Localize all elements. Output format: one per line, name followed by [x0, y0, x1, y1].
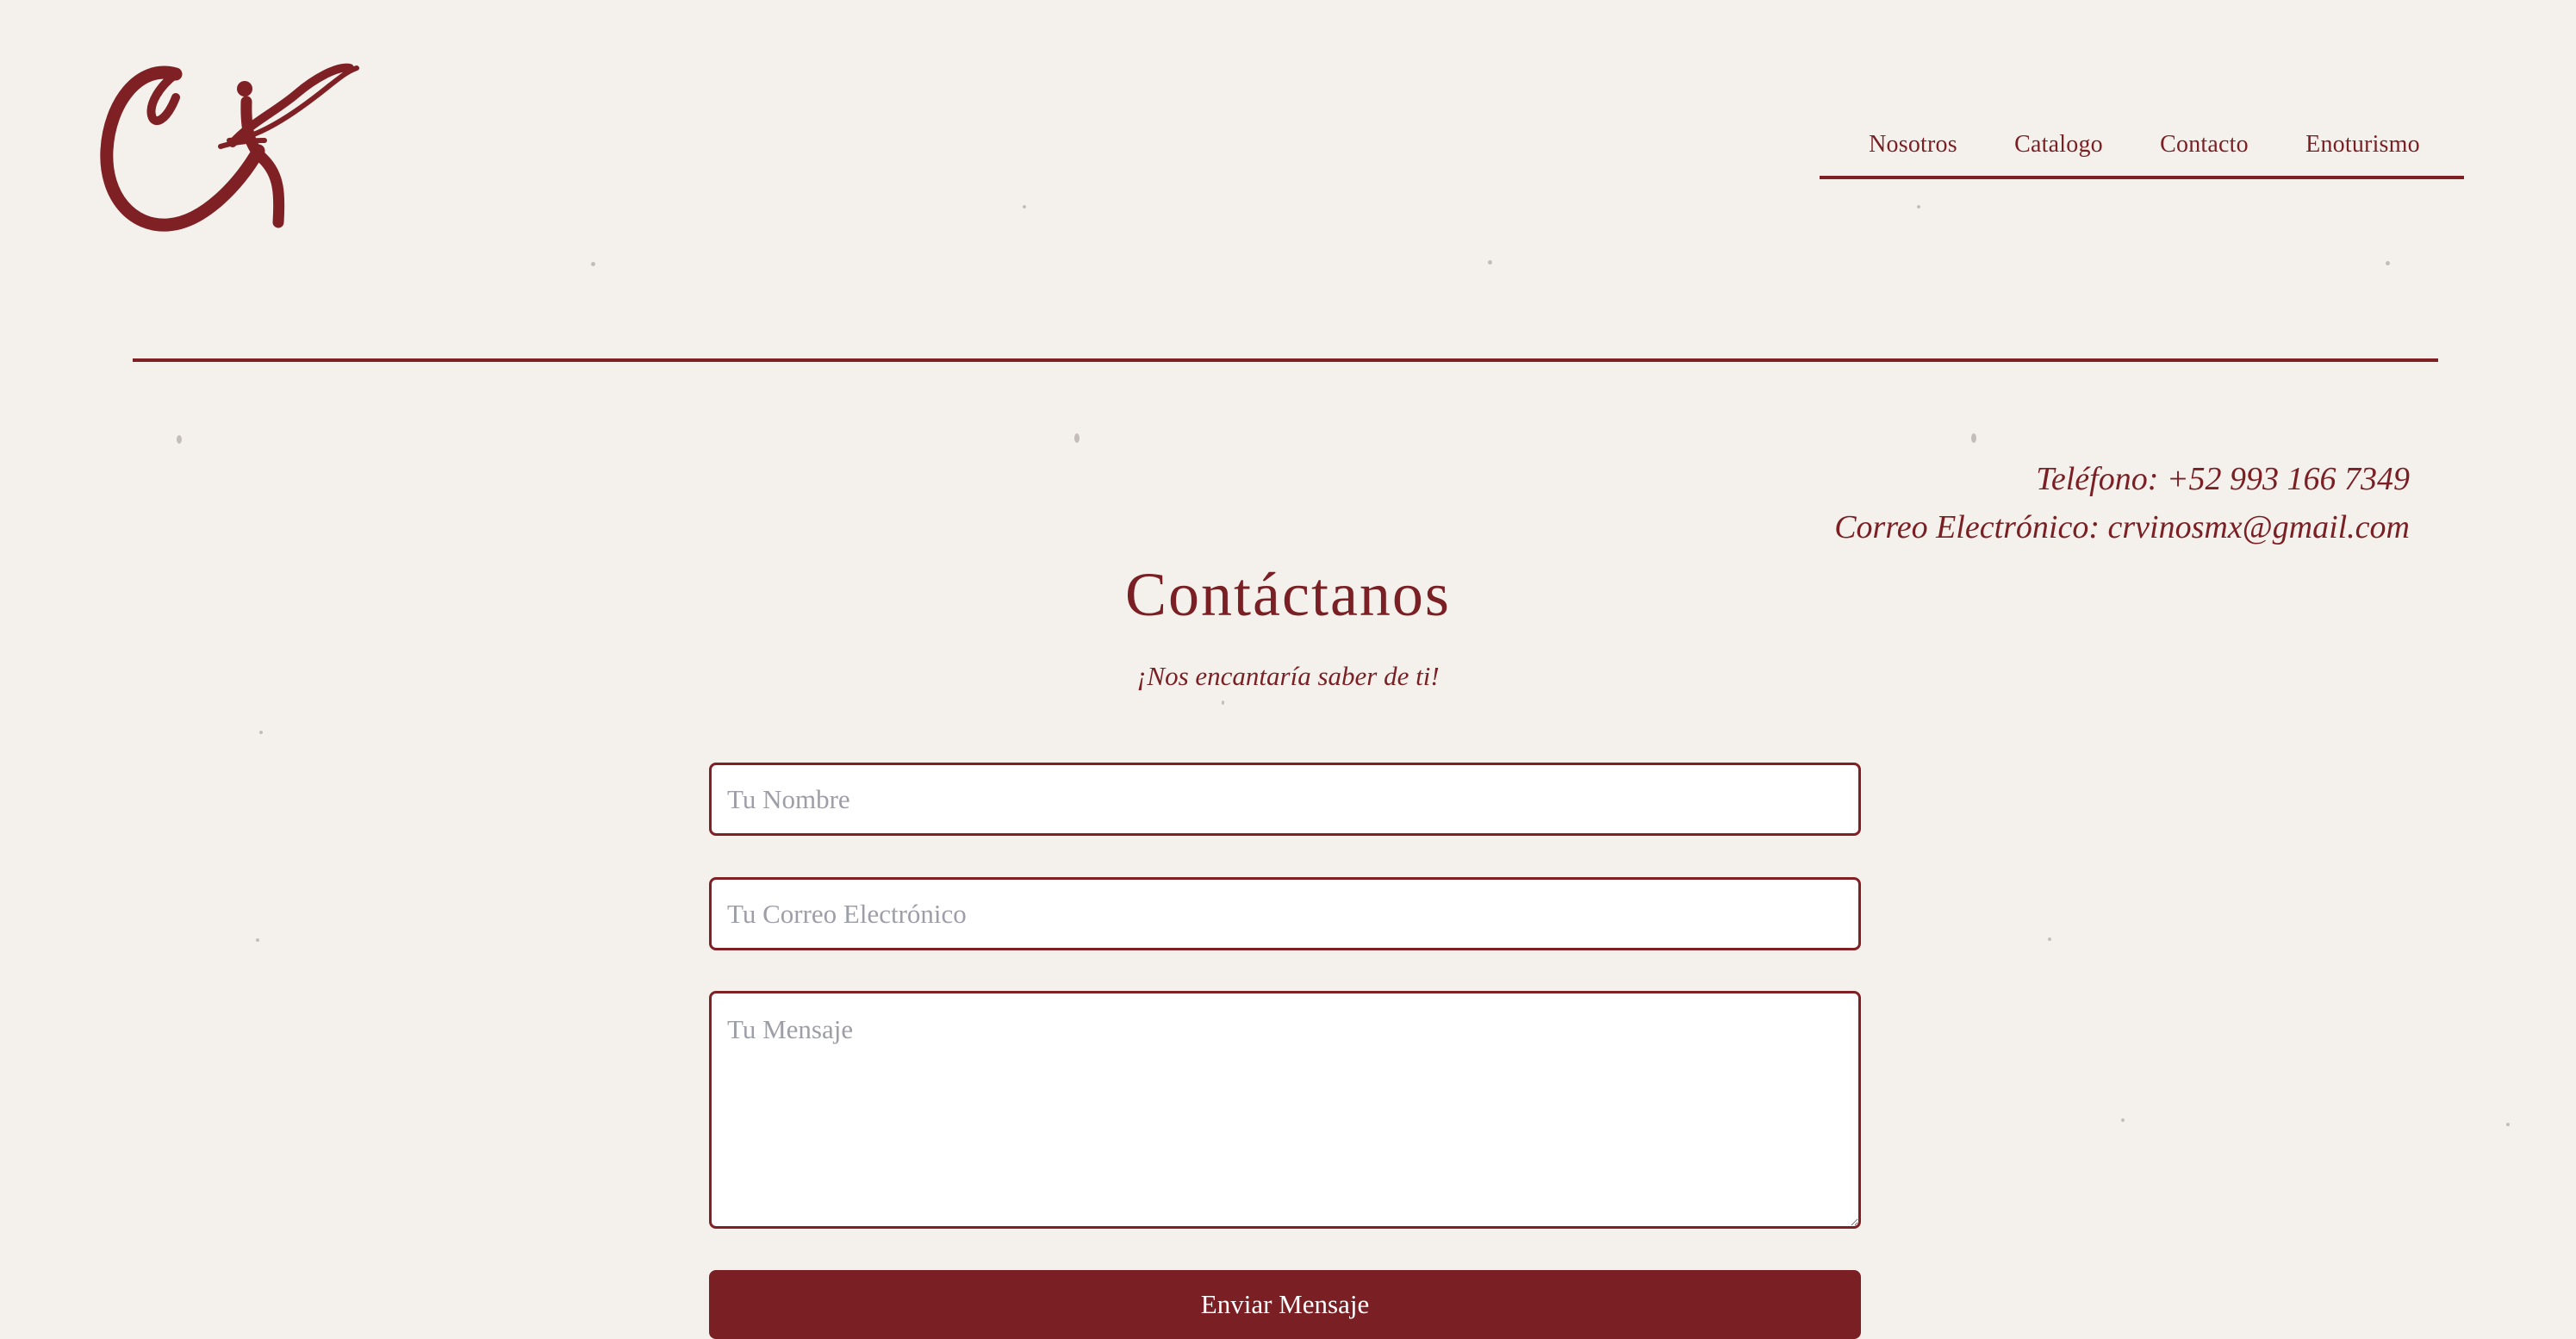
cr-logo[interactable] [96, 53, 364, 239]
paper-speck [177, 435, 182, 444]
paper-speck [591, 262, 595, 266]
nav-item-contacto[interactable]: Contacto [2160, 131, 2249, 159]
paper-speck [2506, 1123, 2510, 1126]
email-input[interactable] [709, 877, 1861, 950]
contact-page-title: Contáctanos [1125, 560, 1451, 629]
name-input[interactable] [709, 763, 1861, 836]
main-navigation: Nosotros Catalogo Contacto Enoturismo [1820, 121, 2464, 179]
paper-speck [1023, 205, 1026, 209]
paper-speck [1917, 205, 1920, 209]
send-message-button[interactable]: Enviar Mensaje [709, 1270, 1861, 1339]
paper-speck [259, 731, 263, 734]
paper-speck [2121, 1118, 2125, 1122]
contact-email: Correo Electrónico: crvinosmx@gmail.com [1834, 509, 2410, 545]
section-divider [133, 358, 2438, 362]
nav-item-catalogo[interactable]: Catalogo [2014, 131, 2103, 159]
paper-speck [1971, 433, 1976, 443]
contact-details: Teléfono: +52 993 166 7349 Correo Electr… [1548, 455, 2410, 551]
paper-speck [1074, 433, 1080, 443]
paper-speck [256, 938, 259, 942]
paper-speck [1222, 701, 1224, 705]
contact-phone: Teléfono: +52 993 166 7349 [2036, 461, 2410, 497]
contact-page-subtitle: ¡Nos encantaría saber de ti! [1136, 661, 1440, 691]
message-textarea[interactable] [709, 991, 1861, 1229]
nav-item-nosotros[interactable]: Nosotros [1869, 131, 1957, 159]
paper-speck [2048, 937, 2051, 941]
nav-item-enoturismo[interactable]: Enoturismo [2305, 131, 2420, 159]
paper-speck [2386, 261, 2390, 265]
paper-speck [1488, 260, 1492, 265]
cr-logo-mark [100, 63, 359, 232]
